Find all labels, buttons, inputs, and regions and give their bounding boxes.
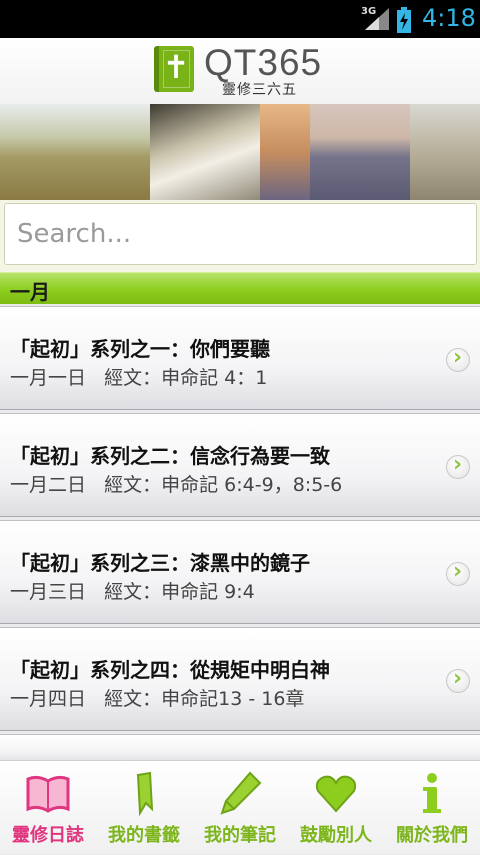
tab-about[interactable]: 關於我們 xyxy=(384,761,480,855)
item-title: 「起初」系列之四：從規矩中明白神 xyxy=(10,658,330,682)
heart-icon xyxy=(315,775,357,813)
info-icon xyxy=(423,773,441,813)
item-scripture: 經文：申命記13 - 16章 xyxy=(104,688,305,710)
search-box xyxy=(4,203,477,265)
item-title: 「起初」系列之一：你們要聽 xyxy=(10,337,270,361)
book-icon xyxy=(26,775,70,813)
battery-icon xyxy=(397,7,411,33)
item-date: 一月三日 xyxy=(10,581,87,603)
tab-label: 我的書籤 xyxy=(108,825,180,846)
app-title: QT365 xyxy=(204,42,323,83)
bookmark-icon xyxy=(136,771,154,817)
cross-icon: ✝ xyxy=(162,48,190,86)
app-subtitle: 靈修三六五 xyxy=(222,82,297,98)
bottom-tab-bar: 靈修日誌 我的書籤 我的筆記 鼓勵別人 關於我們 xyxy=(0,760,480,854)
list-item[interactable]: 「起初」系列之二：信念行為要一致 一月二日 經文：申命記 6:4-9，8:5-6 xyxy=(0,413,480,517)
search-area xyxy=(0,200,480,272)
tab-bookmarks[interactable]: 我的書籤 xyxy=(96,761,192,855)
tab-label: 靈修日誌 xyxy=(12,825,84,846)
item-subtitle: 一月三日 經文：申命記 9:4 xyxy=(10,577,255,604)
item-subtitle: 一月一日 經文：申命記 4：1 xyxy=(10,363,267,390)
item-subtitle: 一月二日 經文：申命記 6:4-9，8:5-6 xyxy=(10,470,342,497)
tab-encourage[interactable]: 鼓勵別人 xyxy=(288,761,384,855)
pencil-icon xyxy=(220,771,262,815)
clock: 4:18 xyxy=(422,4,476,32)
tab-label: 關於我們 xyxy=(396,825,468,846)
tab-notes[interactable]: 我的筆記 xyxy=(192,761,288,855)
item-scripture: 經文：申命記 4：1 xyxy=(104,367,268,389)
list-item[interactable]: 「起初」系列之三：漆黑中的鏡子 一月三日 經文：申命記 9:4 xyxy=(0,520,480,624)
list-item[interactable]: 「起初」系列之一：你們要聽 一月一日 經文：申命記 4：1 xyxy=(0,306,480,410)
list-item[interactable]: 「起初」系列之四：從規矩中明白神 一月四日 經文：申命記13 - 16章 xyxy=(0,627,480,731)
item-title: 「起初」系列之二：信念行為要一致 xyxy=(10,444,330,468)
tab-label: 我的筆記 xyxy=(204,825,276,846)
header-banner-image xyxy=(0,104,480,200)
signal-icon xyxy=(365,8,389,30)
item-title: 「起初」系列之三：漆黑中的鏡子 xyxy=(10,551,310,575)
month-section-header: 一月 xyxy=(0,272,480,304)
chevron-right-icon[interactable] xyxy=(446,559,470,586)
item-date: 一月二日 xyxy=(10,474,87,496)
chevron-right-icon[interactable] xyxy=(446,452,470,479)
chevron-right-icon[interactable] xyxy=(446,666,470,693)
status-bar: 3G 4:18 xyxy=(0,0,480,38)
item-scripture: 經文：申命記 9:4 xyxy=(104,581,255,603)
month-label: 一月 xyxy=(10,280,50,304)
item-date: 一月一日 xyxy=(10,367,87,389)
search-input[interactable] xyxy=(5,204,476,264)
item-scripture: 經文：申命記 6:4-9，8:5-6 xyxy=(104,474,343,496)
chevron-right-icon[interactable] xyxy=(446,345,470,372)
item-date: 一月四日 xyxy=(10,688,87,710)
tab-devotion-journal[interactable]: 靈修日誌 xyxy=(0,761,96,855)
item-subtitle: 一月四日 經文：申命記13 - 16章 xyxy=(10,684,304,711)
tab-label: 鼓勵別人 xyxy=(300,825,372,846)
